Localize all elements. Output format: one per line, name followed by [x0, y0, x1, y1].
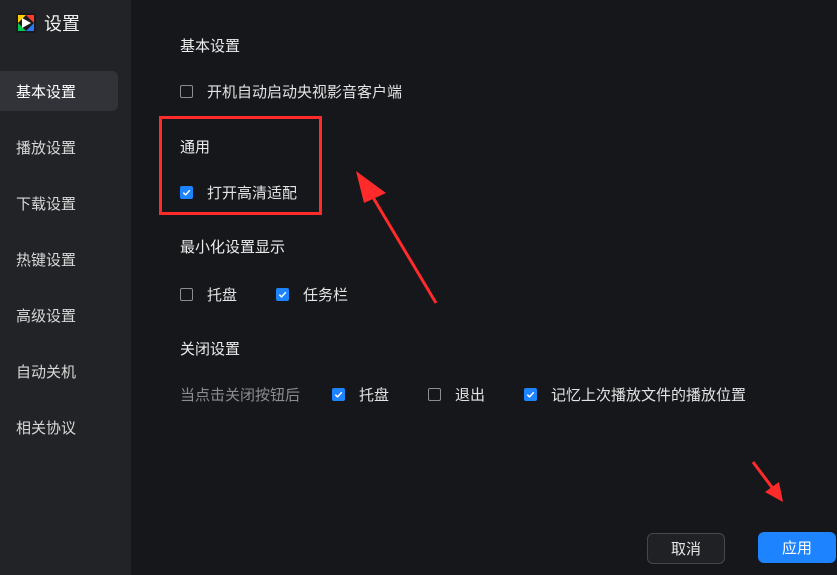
close-exit-checkbox[interactable]: [428, 388, 441, 401]
close-exit-label: 退出: [455, 386, 486, 404]
autostart-option[interactable]: 开机自动启动央视影音客户端: [180, 81, 402, 102]
minimize-tray-checkbox[interactable]: [180, 288, 193, 301]
minimize-taskbar-label: 任务栏: [303, 286, 349, 304]
close-exit-option[interactable]: 退出: [428, 384, 485, 405]
cancel-button[interactable]: 取消: [647, 533, 725, 564]
sidebar-item-playback[interactable]: 播放设置: [0, 127, 118, 167]
section-title-basic: 基本设置: [180, 37, 241, 55]
sidebar-item-hotkeys[interactable]: 热键设置: [0, 239, 118, 279]
annotation-highlight-box: [159, 116, 322, 215]
app-title: 设置: [44, 14, 80, 35]
autostart-checkbox[interactable]: [180, 85, 193, 98]
app-logo-icon: [16, 13, 36, 33]
minimize-tray-label: 托盘: [207, 286, 238, 304]
apply-button[interactable]: 应用: [758, 532, 836, 563]
sidebar-item-agreements[interactable]: 相关协议: [0, 407, 118, 447]
close-row-label: 当点击关闭按钮后: [180, 386, 301, 404]
check-icon: [526, 391, 535, 398]
sidebar-item-advanced[interactable]: 高级设置: [0, 295, 118, 335]
remember-position-option[interactable]: 记忆上次播放文件的播放位置: [524, 384, 746, 405]
autostart-label: 开机自动启动央视影音客户端: [207, 83, 403, 101]
section-title-close: 关闭设置: [180, 340, 241, 358]
close-tray-option[interactable]: 托盘: [332, 384, 389, 405]
sidebar: 设置 基本设置 播放设置 下载设置 热键设置 高级设置 自动关机 相关协议: [0, 0, 131, 575]
check-icon: [334, 391, 343, 398]
close-tray-label: 托盘: [359, 386, 390, 404]
sidebar-item-basic[interactable]: 基本设置: [0, 71, 118, 111]
minimize-taskbar-checkbox[interactable]: [276, 288, 289, 301]
minimize-taskbar-option[interactable]: 任务栏: [276, 284, 348, 305]
remember-position-label: 记忆上次播放文件的播放位置: [551, 386, 747, 404]
sidebar-item-download[interactable]: 下载设置: [0, 183, 118, 223]
settings-panel: 基本设置 开机自动启动央视影音客户端 通用 打开高清适配 最小化设置显示 托盘 …: [131, 0, 837, 575]
close-tray-checkbox[interactable]: [332, 388, 345, 401]
annotation-arrow-apply-icon: [751, 461, 783, 502]
section-title-minimize: 最小化设置显示: [180, 238, 286, 256]
remember-position-checkbox[interactable]: [524, 388, 537, 401]
check-icon: [278, 291, 287, 298]
annotation-arrow-icon: [356, 171, 438, 304]
sidebar-item-auto-shutdown[interactable]: 自动关机: [0, 351, 118, 391]
app-header: 设置: [16, 11, 80, 35]
minimize-tray-option[interactable]: 托盘: [180, 284, 237, 305]
